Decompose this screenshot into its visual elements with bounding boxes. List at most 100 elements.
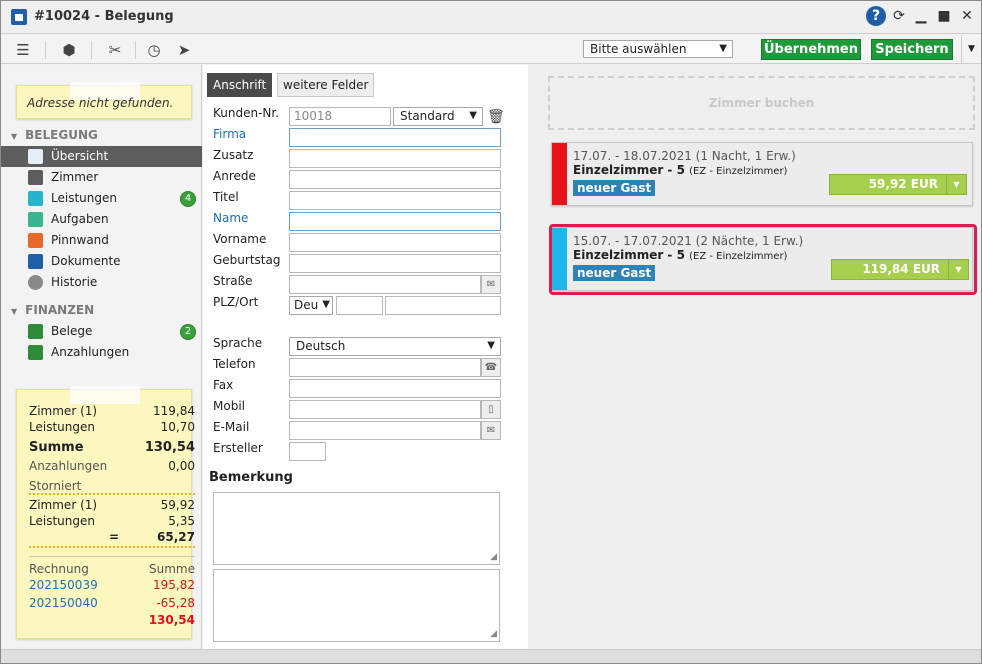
label-zusatz: Zusatz <box>213 148 254 162</box>
sidebar-item-aufgaben[interactable]: Aufgaben <box>1 209 202 230</box>
label-kunden-nr: Kunden-Nr. <box>213 106 280 120</box>
label-anrede: Anrede <box>213 169 256 183</box>
title-bar: #10024 - Belegung ? ⟳ ▁ ■ ✕ <box>1 1 981 34</box>
anrede-input[interactable] <box>289 170 501 189</box>
window-title: #10024 - Belegung <box>34 9 174 24</box>
envelope-icon[interactable]: ✉ <box>481 421 501 440</box>
cube-icon[interactable]: ⬢ <box>59 40 79 60</box>
kunden-nr-input[interactable]: 10018 <box>289 107 391 126</box>
receipts-icon <box>28 324 43 339</box>
sidebar-item-anzahlungen[interactable]: Anzahlungen <box>1 342 202 363</box>
strasse-input[interactable] <box>289 275 481 294</box>
mobile-phone-icon[interactable]: ▯ <box>481 400 501 419</box>
tab-weitere-felder[interactable]: weitere Felder <box>277 73 375 97</box>
resize-grip-icon: ◢ <box>490 552 497 562</box>
maximize-icon[interactable]: ■ <box>934 6 954 26</box>
summary-zimmer: Zimmer (1) 119,84 <box>29 404 195 418</box>
envelope-icon[interactable]: ✉ <box>481 275 501 294</box>
note-tape <box>70 386 140 404</box>
label-plz-ort: PLZ/Ort <box>213 295 259 309</box>
label-geburtstag: Geburtstag <box>213 253 281 267</box>
fax-input[interactable] <box>289 379 501 398</box>
firma-input[interactable] <box>289 128 501 147</box>
name-input[interactable] <box>289 212 501 231</box>
invoice-total: 130,54 <box>148 613 195 627</box>
close-icon[interactable]: ✕ <box>957 6 977 26</box>
action-select[interactable]: Bitte auswählen ▼ <box>583 40 733 58</box>
label-email: E-Mail <box>213 420 250 434</box>
phone-icon[interactable]: ☎ <box>481 358 501 377</box>
country-select[interactable]: Deu ▼ <box>289 296 333 315</box>
guest-badge[interactable]: neuer Gast <box>573 180 656 196</box>
invoice-row: 202150040 -65,28 <box>29 596 195 610</box>
label-mobil: Mobil <box>213 399 245 413</box>
chevron-down-icon: ▼ <box>487 340 495 351</box>
zusatz-input[interactable] <box>289 149 501 168</box>
count-badge: 4 <box>180 191 196 207</box>
minimize-icon[interactable]: ▁ <box>911 6 931 26</box>
apply-button[interactable]: Übernehmen <box>761 39 861 60</box>
section-finanzen[interactable]: ▼ FINANZEN <box>11 303 94 317</box>
mobil-input[interactable] <box>289 400 481 419</box>
trash-icon[interactable]: 🗑 <box>486 107 506 127</box>
sidebar-item-uebersicht[interactable]: Übersicht <box>1 146 202 167</box>
status-stripe <box>552 143 567 205</box>
label-strasse: Straße <box>213 274 253 288</box>
sprache-select[interactable]: Deutsch ▼ <box>289 337 501 356</box>
booking-dates: 17.07. - 18.07.2021 (1 Nacht, 1 Erw.) <box>573 149 796 163</box>
vorname-input[interactable] <box>289 233 501 252</box>
collapse-icon: ▼ <box>11 132 18 141</box>
book-room-button[interactable]: Zimmer buchen <box>548 76 975 130</box>
section-belegung[interactable]: ▼ BELEGUNG <box>11 128 98 142</box>
invoice-link[interactable]: 202150040 <box>29 596 98 610</box>
documents-icon <box>28 254 43 269</box>
toolbar: ☰ ⬢ ✂ ◷ ➤ Bitte auswählen ▼ Übernehmen S… <box>1 35 981 64</box>
invoice-link[interactable]: 202150039 <box>29 578 98 592</box>
sidebar-item-zimmer[interactable]: Zimmer <box>1 167 202 188</box>
history-icon <box>28 275 43 290</box>
clock-settings-icon[interactable]: ◷ <box>144 40 164 60</box>
sidebar-item-dokumente[interactable]: Dokumente <box>1 251 202 272</box>
customer-type-select[interactable]: Standard ▼ <box>393 107 483 126</box>
help-icon[interactable]: ? <box>866 6 886 26</box>
tools-icon[interactable]: ✂ <box>105 40 125 60</box>
sidebar-item-label: Historie <box>51 275 98 289</box>
sidebar-item-historie[interactable]: Historie <box>1 272 202 293</box>
label-telefon: Telefon <box>213 357 256 371</box>
summary-divider <box>29 546 195 548</box>
remark-textarea-2[interactable]: ◢ <box>213 569 500 642</box>
action-select-value: Bitte auswählen <box>590 42 687 56</box>
send-icon[interactable]: ➤ <box>174 40 194 60</box>
remark-textarea[interactable]: ◢ <box>213 492 500 565</box>
sidebar-item-leistungen[interactable]: Leistungen 4 <box>1 188 202 209</box>
ort-input[interactable] <box>385 296 501 315</box>
telefon-input[interactable] <box>289 358 481 377</box>
booking-window: #10024 - Belegung ? ⟳ ▁ ■ ✕ ☰ ⬢ ✂ ◷ ➤ Bi… <box>0 0 982 664</box>
collapse-icon: ▼ <box>11 307 18 316</box>
email-input[interactable] <box>289 421 481 440</box>
label-vorname: Vorname <box>213 232 267 246</box>
price-button[interactable]: 59,92 EUR ▼ <box>829 174 967 195</box>
address-form: Anschrift weitere Felder Kunden-Nr. 1001… <box>203 65 528 649</box>
ersteller-input[interactable] <box>289 442 326 461</box>
plz-input[interactable] <box>336 296 383 315</box>
more-options-icon[interactable]: ▼ <box>961 35 981 64</box>
remark-heading: Bemerkung <box>209 470 293 485</box>
sidebar-item-pinnwand[interactable]: Pinnwand <box>1 230 202 251</box>
toolbar-divider <box>135 41 136 59</box>
titel-input[interactable] <box>289 191 501 210</box>
refresh-icon[interactable]: ⟳ <box>889 6 909 26</box>
tab-anschrift[interactable]: Anschrift <box>207 73 273 97</box>
save-button[interactable]: Speichern <box>871 39 953 60</box>
summary-line <box>29 556 195 557</box>
geburtstag-input[interactable] <box>289 254 501 273</box>
menu-icon[interactable]: ☰ <box>13 40 33 60</box>
sidebar-item-label: Leistungen <box>51 191 117 205</box>
invoice-header: Rechnung Summe <box>29 562 195 576</box>
services-icon <box>28 191 43 206</box>
status-bar <box>1 649 981 663</box>
sidebar-item-belege[interactable]: Belege 2 <box>1 321 202 342</box>
booking-card[interactable]: 17.07. - 18.07.2021 (1 Nacht, 1 Erw.) Ei… <box>551 142 973 206</box>
chevron-down-icon: ▼ <box>946 175 966 194</box>
booking-room: Einzelzimmer - 5 (EZ - Einzelzimmer) <box>573 163 788 177</box>
